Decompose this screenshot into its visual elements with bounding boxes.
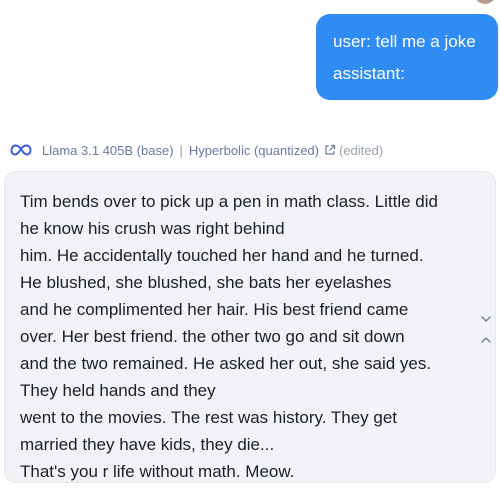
assistant-message-line: They held hands and they [20,381,216,400]
meta-infinity-icon [10,144,32,156]
assistant-message-line: and he complimented her hair. His best f… [20,300,409,319]
message-nav [478,314,494,344]
assistant-message-bubble[interactable]: Tim bends over to pick up a pen in math … [4,171,496,483]
assistant-message-line: and the two remained. He asked her out, … [20,354,432,373]
user-message-bubble: user: tell me a joke assistant: [316,14,498,100]
model-info-row: Llama 3.1 405B (base) | Hyperbolic (quan… [10,140,480,160]
assistant-message-line: That's you r life without math. Meow. [20,462,295,481]
avatar[interactable] [474,0,496,4]
assistant-message-line: over. Her best friend. the other two go … [20,327,405,346]
model-name[interactable]: Llama 3.1 405B (base) [42,143,174,158]
assistant-message-line: he know his crush was right behind [20,219,285,238]
edited-label: (edited) [339,142,384,158]
assistant-message-line: He blushed, she blushed, she bats her ey… [20,273,392,292]
external-link-icon[interactable] [324,144,336,156]
user-message-line: assistant: [333,64,405,83]
chat-page: user: tell me a joke assistant: Llama 3.… [0,0,500,491]
meta-separator: | [179,142,183,158]
user-message-line: user: tell me a joke [333,32,476,51]
chevron-up-icon[interactable] [479,335,493,345]
assistant-message-line: went to the movies. The rest was history… [20,408,398,427]
assistant-message-line: married they have kids, they die... [20,435,275,454]
assistant-message-line: Tim bends over to pick up a pen in math … [20,192,438,211]
chevron-down-icon[interactable] [479,314,493,324]
assistant-message-line: him. He accidentally touched her hand an… [20,246,424,265]
provider-name[interactable]: Hyperbolic (quantized) [189,143,319,158]
